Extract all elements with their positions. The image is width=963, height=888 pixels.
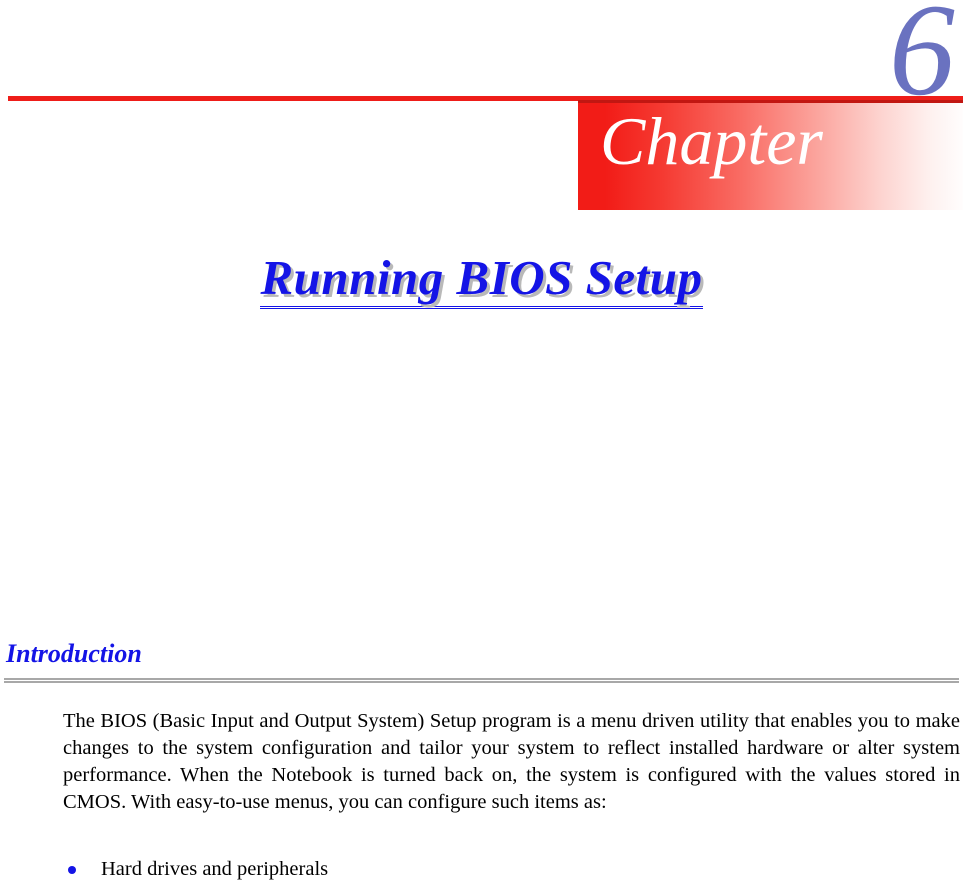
section-heading-introduction: Introduction: [6, 639, 142, 668]
intro-paragraph: The BIOS (Basic Input and Output System)…: [63, 710, 960, 813]
list-item-label: Hard drives and peripherals: [101, 858, 329, 880]
page-title: Running BIOS Setup: [260, 251, 703, 309]
body-text-block: The BIOS (Basic Input and Output System)…: [63, 708, 960, 816]
chapter-banner-label: Chapter: [600, 103, 823, 179]
chapter-banner: Chapter: [578, 100, 963, 210]
bullet-dot-icon: [63, 856, 101, 883]
list-item: Hard drives and peripherals: [63, 856, 960, 883]
page-title-container: Running BIOS Setup: [0, 251, 963, 309]
feature-bullet-list: Hard drives and peripherals: [63, 856, 960, 883]
section-heading-rule: [4, 678, 959, 683]
